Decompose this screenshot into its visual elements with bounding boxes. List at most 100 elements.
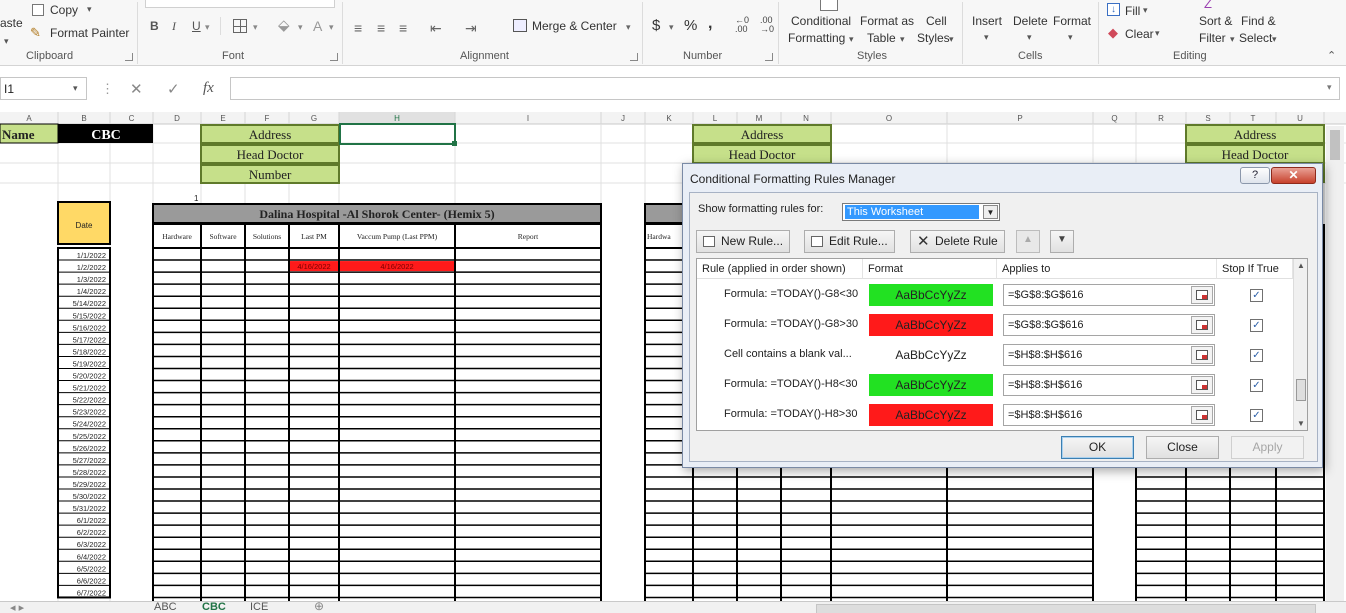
move-down-button[interactable]: ▼ — [1050, 230, 1074, 253]
font-launcher-icon[interactable] — [330, 53, 338, 61]
sort-filter-dropdown-icon[interactable]: ▾ — [1230, 34, 1235, 45]
show-rules-select[interactable]: This Worksheet ▼ — [842, 203, 1000, 221]
stop-if-true-checkbox[interactable]: ✓ — [1250, 349, 1263, 362]
apply-button[interactable]: Apply — [1231, 436, 1304, 459]
rules-scrollbar[interactable]: ▲ ▼ — [1293, 259, 1307, 430]
merge-center-icon[interactable] — [513, 19, 527, 32]
clear-button[interactable]: Clear — [1125, 27, 1154, 41]
font-name-box[interactable] — [145, 0, 335, 8]
format-dropdown-icon[interactable]: ▾ — [1068, 32, 1073, 43]
formula-input[interactable] — [230, 77, 1340, 100]
paste-button[interactable]: aste — [0, 16, 23, 30]
rule-row[interactable]: Formula: =TODAY()-H8>30 AaBbCcYyZz =$H$8:$… — [697, 401, 1293, 430]
conditional-formatting-label-2[interactable]: Formatting — [788, 31, 845, 45]
expand-formula-bar-icon[interactable]: ▾ — [1327, 82, 1332, 93]
bold-button[interactable]: B — [150, 19, 159, 33]
vertical-scrollbar[interactable] — [1326, 126, 1344, 601]
vertical-scroll-thumb[interactable] — [1330, 130, 1340, 160]
conditional-formatting-label-1[interactable]: Conditional — [791, 14, 851, 28]
applies-to-input[interactable]: =$H$8:$H$616 — [1003, 404, 1215, 426]
new-rule-button[interactable]: New Rule... — [696, 230, 791, 253]
collapse-ribbon-icon[interactable]: ⌃ — [1327, 49, 1336, 62]
font-color-icon[interactable]: A — [313, 18, 322, 34]
cell-styles-label-1[interactable]: Cell — [926, 14, 947, 28]
clipboard-launcher-icon[interactable] — [125, 53, 133, 61]
formula-bar-more-icon[interactable]: ⋮ — [101, 81, 114, 97]
range-picker-icon[interactable] — [1191, 286, 1213, 304]
stop-if-true-checkbox[interactable]: ✓ — [1250, 289, 1263, 302]
applies-to-input[interactable]: =$G$8:$G$616 — [1003, 314, 1215, 336]
range-picker-icon[interactable] — [1191, 406, 1213, 424]
range-picker-icon[interactable] — [1191, 346, 1213, 364]
borders-icon[interactable] — [233, 19, 247, 33]
italic-button[interactable]: I — [172, 19, 176, 34]
applies-to-input[interactable]: =$H$8:$H$616 — [1003, 374, 1215, 396]
align-center-icon[interactable]: ≡ — [377, 20, 385, 36]
move-up-button[interactable]: ▲ — [1016, 230, 1040, 253]
horizontal-scrollbar[interactable] — [816, 604, 1316, 613]
range-picker-icon[interactable] — [1191, 316, 1213, 334]
delete-dropdown-icon[interactable]: ▾ — [1027, 32, 1032, 43]
cell-styles-dropdown-icon[interactable]: ▾ — [949, 34, 954, 45]
comma-button[interactable]: , — [708, 15, 712, 33]
scroll-down-icon[interactable]: ▼ — [1297, 419, 1305, 428]
underline-button[interactable]: U — [192, 19, 201, 33]
align-left-icon[interactable]: ≡ — [354, 20, 362, 36]
scroll-thumb[interactable] — [1296, 379, 1306, 401]
increase-indent-icon[interactable]: ⇥ — [465, 20, 477, 37]
name-box-dropdown-icon[interactable]: ▾ — [73, 83, 78, 94]
borders-dropdown-icon[interactable]: ▾ — [253, 22, 258, 33]
rule-row[interactable]: Formula: =TODAY()-H8<30 AaBbCcYyZz =$H$8:$… — [697, 371, 1293, 401]
format-painter-button[interactable]: Format Painter — [50, 26, 129, 40]
paste-dropdown-icon[interactable]: ▾ — [4, 36, 9, 47]
new-sheet-icon[interactable]: ⊕ — [314, 602, 324, 613]
fill-dropdown-icon[interactable]: ▾ — [1143, 5, 1148, 16]
underline-dropdown-icon[interactable]: ▾ — [205, 22, 210, 33]
alignment-launcher-icon[interactable] — [630, 53, 638, 61]
fill-button[interactable]: Fill — [1125, 4, 1140, 18]
scroll-up-icon[interactable]: ▲ — [1297, 261, 1305, 270]
edit-rule-button[interactable]: Edit Rule... — [804, 230, 895, 253]
cell-styles-label-2[interactable]: Styles — [917, 31, 950, 45]
font-color-dropdown-icon[interactable]: ▾ — [329, 22, 334, 33]
merge-center-button[interactable]: Merge & Center — [532, 19, 617, 33]
percent-button[interactable]: % — [684, 17, 697, 34]
find-select-dropdown-icon[interactable]: ▾ — [1272, 34, 1277, 45]
delete-button[interactable]: Delete — [1013, 14, 1048, 28]
applies-to-input[interactable]: =$G$8:$G$616 — [1003, 284, 1215, 306]
sheet-tab-cbc[interactable]: CBC — [202, 602, 226, 613]
decrease-decimal-icon[interactable]: .00 →0 — [760, 16, 774, 34]
increase-decimal-icon[interactable]: ←0.00 — [735, 16, 749, 34]
find-select-label-1[interactable]: Find & — [1241, 14, 1276, 28]
fill-handle[interactable] — [452, 141, 457, 146]
sheet-nav-left-icon[interactable]: ◂ ▸ — [10, 602, 24, 613]
decrease-indent-icon[interactable]: ⇤ — [430, 20, 442, 37]
selected-cell-h1[interactable] — [339, 123, 456, 145]
align-right-icon[interactable]: ≡ — [399, 20, 407, 36]
stop-if-true-checkbox[interactable]: ✓ — [1250, 319, 1263, 332]
range-picker-icon[interactable] — [1191, 376, 1213, 394]
currency-button[interactable]: $ — [652, 17, 660, 34]
chevron-down-icon[interactable]: ▼ — [983, 205, 998, 219]
format-as-table-dropdown-icon[interactable]: ▾ — [900, 34, 905, 45]
format-as-table-label-2[interactable]: Table — [867, 31, 896, 45]
currency-dropdown-icon[interactable]: ▾ — [669, 22, 674, 33]
sort-filter-label-2[interactable]: Filter — [1199, 31, 1226, 45]
rule-row[interactable]: Cell contains a blank val... AaBbCcYyZz =$… — [697, 341, 1293, 371]
close-button[interactable]: Close — [1146, 436, 1219, 459]
copy-dropdown-icon[interactable]: ▾ — [87, 4, 92, 15]
rule-row[interactable]: Formula: =TODAY()-G8>30 AaBbCcYyZz =$G$8:$… — [697, 311, 1293, 341]
clear-dropdown-icon[interactable]: ▾ — [1155, 28, 1160, 39]
insert-function-icon[interactable]: fx — [203, 80, 214, 97]
conditional-formatting-dropdown-icon[interactable]: ▾ — [849, 34, 854, 45]
sort-filter-label-1[interactable]: Sort & — [1199, 14, 1232, 28]
fill-color-icon[interactable]: ⬙ — [278, 16, 290, 34]
sheet-tab-abc[interactable]: ABC — [154, 602, 177, 613]
format-as-table-label-1[interactable]: Format as — [860, 14, 914, 28]
insert-dropdown-icon[interactable]: ▾ — [984, 32, 989, 43]
copy-button[interactable]: Copy — [50, 3, 78, 17]
stop-if-true-checkbox[interactable]: ✓ — [1250, 409, 1263, 422]
delete-rule-button[interactable]: ✕ Delete Rule — [910, 230, 1005, 253]
rule-row[interactable]: Formula: =TODAY()-G8<30 AaBbCcYyZz =$G$8:$… — [697, 281, 1293, 311]
cancel-icon[interactable]: ✕ — [130, 80, 143, 98]
